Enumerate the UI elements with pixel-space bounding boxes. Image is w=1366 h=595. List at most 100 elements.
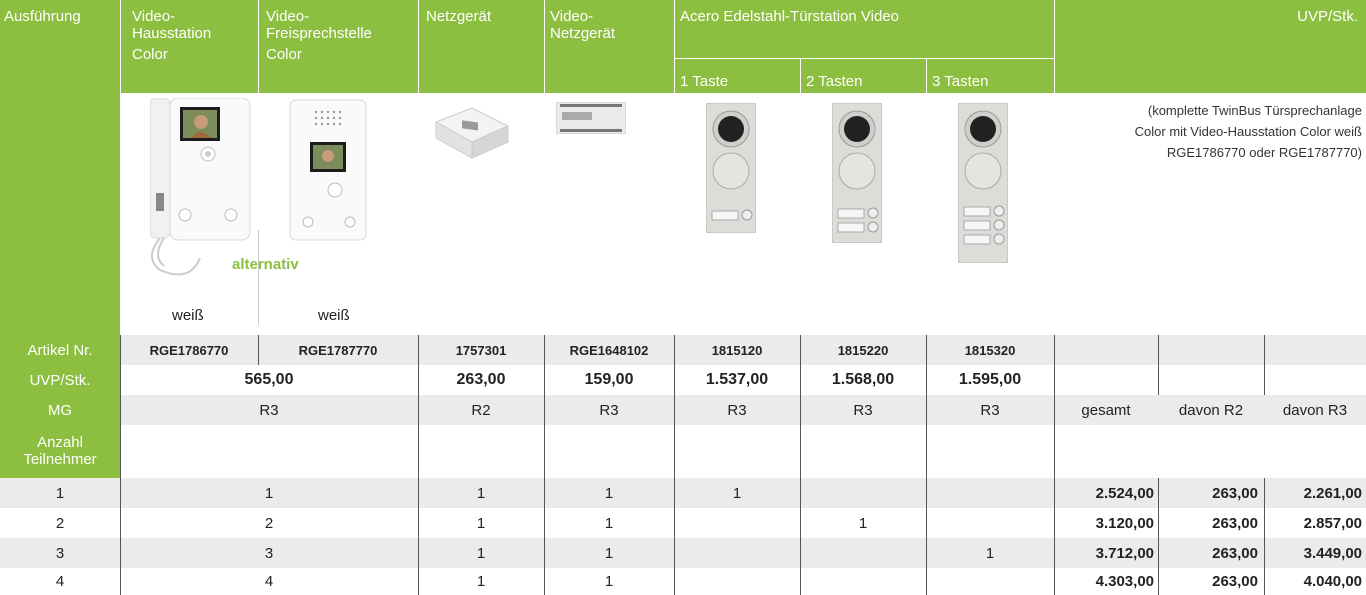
row-davon-r2: 263,00 (1212, 514, 1258, 532)
acero-3-tasten-image (957, 102, 1009, 264)
row-count: 4 (55, 573, 65, 590)
netzgeraet-image (432, 102, 512, 162)
row-netzgeraet: 1 (476, 514, 486, 532)
mg-2-tasten: R3 (853, 401, 873, 419)
divider (800, 335, 801, 595)
row-video-netzgeraet: 1 (604, 573, 614, 590)
divider (1054, 335, 1055, 595)
row-gesamt: 2.524,00 (1095, 484, 1154, 502)
row-gesamt: 3.120,00 (1095, 514, 1154, 532)
artikel-video-netzgeraet: RGE1648102 (569, 342, 649, 358)
row-davon-r3: 4.040,00 (1303, 573, 1362, 590)
header-3-tasten: 3 Tasten (932, 73, 989, 90)
header-video-netzgeraet: Video- Netzgerät (550, 8, 616, 42)
header-video-freisprechstelle: Video- Freisprechstelle Color (266, 8, 372, 63)
divider (1158, 335, 1159, 395)
alternativ-divider (258, 230, 259, 325)
row-hausstation: 2 (264, 514, 274, 532)
row-1-taste (674, 538, 800, 568)
row-davon-r3: 3.449,00 (1303, 544, 1362, 562)
mg-video-netzgeraet: R3 (599, 401, 619, 419)
uvp-label: UVP/Stk. (29, 371, 91, 389)
header-acero-divider (674, 58, 1054, 59)
row-video-netzgeraet: 1 (604, 484, 614, 502)
mg-hausstation: R3 (259, 401, 279, 419)
artikel-netzgeraet: 1757301 (455, 342, 507, 358)
row-video-netzgeraet: 1 (604, 514, 614, 532)
uvp-1-taste: 1.537,00 (705, 371, 769, 388)
divider (258, 335, 259, 365)
row-3-tasten: 1 (985, 544, 995, 562)
artikel-label: Artikel Nr. (27, 341, 93, 359)
uvp-hausstation: 565,00 (244, 371, 294, 388)
header-video-hausstation: Video- Hausstation Color (132, 8, 212, 63)
acero-2-tasten-image (831, 102, 883, 244)
row-video-netzgeraet: 1 (604, 544, 614, 562)
mg-1-taste: R3 (727, 401, 747, 419)
anzahl-label: Anzahl Teilnehmer (23, 434, 97, 468)
row-davon-r3: 2.857,00 (1303, 514, 1362, 532)
mg-label: MG (47, 401, 73, 419)
row-netzgeraet: 1 (476, 573, 486, 590)
alternativ-label: alternativ (232, 256, 299, 273)
mg-3-tasten: R3 (980, 401, 1000, 419)
artikel-freisprechstelle: RGE1787770 (298, 342, 378, 358)
color-white-label-2: weiß (318, 307, 350, 324)
row-davon-r2: 263,00 (1212, 573, 1258, 590)
row-count: 1 (55, 484, 65, 502)
row-davon-r2: 263,00 (1212, 544, 1258, 562)
divider (926, 335, 927, 595)
artikel-3-tasten: 1815320 (964, 342, 1016, 358)
row-hausstation: 4 (264, 573, 274, 590)
header-uvp: UVP/Stk. (1297, 8, 1358, 25)
row-1-taste (674, 508, 800, 538)
row-3-tasten (926, 568, 1054, 595)
row-1-taste (674, 568, 800, 595)
row-2-tasten (800, 478, 926, 508)
divider (120, 335, 121, 595)
row-hausstation: 1 (264, 484, 274, 502)
acero-1-taste-image (705, 102, 757, 234)
header-acero: Acero Edelstahl-Türstation Video (680, 8, 900, 25)
row-count: 3 (55, 544, 65, 562)
header-netzgeraet: Netzgerät (426, 8, 492, 25)
row-2-tasten (800, 568, 926, 595)
divider (544, 335, 545, 595)
row-gesamt: 4.303,00 (1095, 573, 1154, 590)
complete-system-note: (komplette TwinBus Türsprechanlage Color … (1134, 103, 1362, 160)
row-hausstation: 3 (264, 544, 274, 562)
divider (674, 335, 675, 595)
row-gesamt: 3.712,00 (1095, 544, 1154, 562)
mg-netzgeraet: R2 (471, 401, 491, 419)
mg-gesamt: gesamt (1081, 401, 1131, 419)
row-2-tasten (800, 538, 926, 568)
row-davon-r3: 2.261,00 (1303, 484, 1362, 502)
video-freisprechstelle-image (288, 98, 368, 243)
header-ausfuehrung: Ausführung (4, 8, 81, 25)
mg-davon-r2: davon R2 (1178, 401, 1244, 419)
header-2-tasten: 2 Tasten (806, 73, 863, 90)
divider (418, 335, 419, 595)
uvp-netzgeraet: 263,00 (456, 371, 506, 388)
header-1-taste: 1 Taste (680, 73, 729, 90)
row-1-taste: 1 (732, 484, 742, 502)
row-davon-r2: 263,00 (1212, 484, 1258, 502)
row-netzgeraet: 1 (476, 544, 486, 562)
row-2-tasten: 1 (858, 514, 868, 532)
divider (1158, 478, 1159, 595)
uvp-video-netzgeraet: 159,00 (584, 371, 634, 388)
uvp-3-tasten: 1.595,00 (958, 371, 1022, 388)
mg-davon-r3: davon R3 (1282, 401, 1348, 419)
artikel-2-tasten: 1815220 (837, 342, 889, 358)
divider (1264, 335, 1265, 395)
row-count: 2 (55, 514, 65, 532)
row-netzgeraet: 1 (476, 484, 486, 502)
row-3-tasten (926, 508, 1054, 538)
artikel-1-taste: 1815120 (711, 342, 763, 358)
row-3-tasten (926, 478, 1054, 508)
divider (1264, 478, 1265, 595)
uvp-2-tasten: 1.568,00 (831, 371, 895, 388)
video-netzgeraet-image (555, 101, 627, 135)
color-white-label-1: weiß (172, 307, 204, 324)
artikel-hausstation: RGE1786770 (149, 342, 229, 358)
